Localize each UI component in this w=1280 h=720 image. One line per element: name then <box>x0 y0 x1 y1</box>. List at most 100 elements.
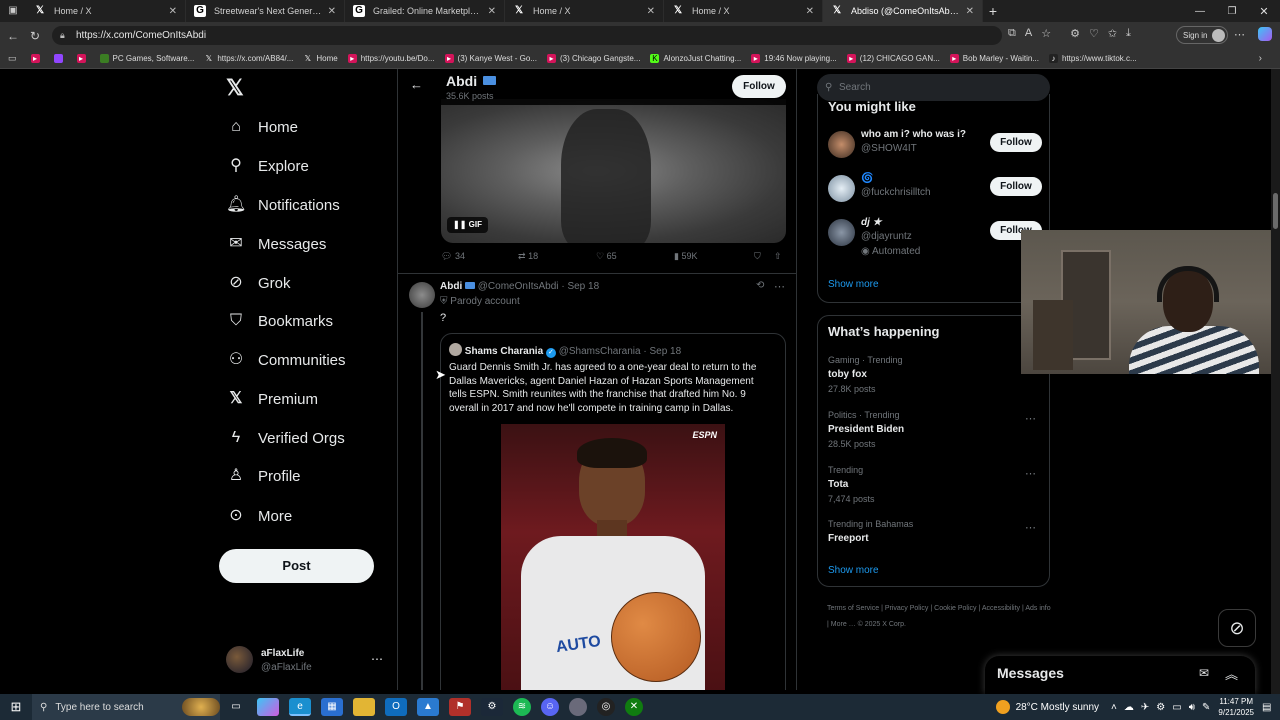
new-message-icon[interactable]: ✉ <box>1199 666 1209 680</box>
browser-tab[interactable]: 𝕏 Home / X ✕ <box>26 0 186 22</box>
more-icon[interactable]: ⋯ <box>1234 28 1245 41</box>
close-tab-icon[interactable]: ✕ <box>806 6 814 17</box>
bookmark-item[interactable]: 𝕏https://x.com/AB84/... <box>204 54 294 63</box>
grok-floating-button[interactable]: ⊘ <box>1218 609 1256 647</box>
footer-link[interactable]: Ads info <box>1025 605 1050 612</box>
bookmark-item[interactable] <box>53 54 67 63</box>
obs-icon[interactable]: ◎ <box>597 698 615 716</box>
show-more-link[interactable]: Show more <box>828 279 879 290</box>
bookmark-item[interactable]: ▸ Bob Marley - Waitin... <box>949 54 1039 63</box>
more-icon[interactable]: ⋯ <box>1025 521 1036 534</box>
window-menu-icon[interactable]: ▣ <box>0 0 26 22</box>
page-scrollbar[interactable] <box>1271 69 1280 694</box>
browser-tab[interactable]: G Streetwear's Next Generation Col ✕ <box>186 0 345 22</box>
footer-link[interactable]: More … <box>831 621 856 628</box>
favorite-icon[interactable]: ☆ <box>1041 27 1051 40</box>
nav-notifications[interactable]: 🔔︎ Notifications <box>226 191 340 219</box>
grok-icon[interactable]: ⟲ <box>756 280 764 291</box>
nav-premium[interactable]: 𝕏 Premium <box>226 385 318 413</box>
outlook-icon[interactable]: O <box>385 698 407 716</box>
close-tab-icon[interactable]: ✕ <box>647 6 655 17</box>
nav-explore[interactable]: ⚲ Explore <box>226 152 309 180</box>
gif-badge[interactable]: ❚❚ GIF <box>447 217 488 233</box>
post-date[interactable]: Sep 18 <box>567 281 599 292</box>
bookmark-item[interactable]: ▸ <box>30 54 44 63</box>
trend-item[interactable]: Trending in Bahamas Freeport ⋯ <box>828 519 1042 544</box>
browser-tab-active[interactable]: 𝕏 Abdiso (@ComeOnItsAbdi) / X ✕ <box>823 0 983 22</box>
gif-media[interactable]: ❚❚ GIF <box>441 99 786 243</box>
follow-button[interactable]: Follow <box>990 177 1042 196</box>
footer-link[interactable]: Accessibility <box>982 605 1020 612</box>
system-tray[interactable]: ˄ ☁ ✈ ⚙ ▭ 🔊︎ ✎ <box>1111 702 1210 713</box>
bookmark-item[interactable]: ▸ (12) CHICAGO GAN... <box>846 54 940 63</box>
trend-item[interactable]: Gaming · Trending toby fox 27.8K posts <box>828 355 1042 394</box>
bookmark-item[interactable]: ▸ 19:46 Now playing... <box>751 54 837 63</box>
footer-link[interactable]: Terms of Service <box>827 605 879 612</box>
nav-bookmarks[interactable]: ⛉ Bookmarks <box>226 307 333 335</box>
quote-image[interactable]: ESPN AUTO <box>501 424 725 690</box>
cloud-icon[interactable]: ☁ <box>1124 702 1134 713</box>
app-icon[interactable] <box>569 698 587 716</box>
close-tab-icon[interactable]: ✕ <box>966 6 974 17</box>
bookmark-folder-icon[interactable]: ▭ <box>8 53 17 64</box>
post-button[interactable]: Post <box>219 549 374 583</box>
close-tab-icon[interactable]: ✕ <box>328 6 336 17</box>
nav-home[interactable]: ⌂ Home <box>226 113 298 141</box>
follow-button[interactable]: Follow <box>732 75 786 98</box>
weather-widget[interactable]: 28°C Mostly sunny <box>995 700 1099 714</box>
chevron-right-icon[interactable]: › <box>1259 53 1262 64</box>
expand-icon[interactable]: ︽ <box>1225 664 1238 683</box>
edge-icon[interactable]: e <box>289 698 311 716</box>
refresh-icon[interactable]: ↻ <box>24 29 46 43</box>
spotify-icon[interactable]: ≋ <box>513 698 531 716</box>
volume-icon[interactable]: 🔊︎ <box>1189 702 1195 713</box>
bookmark-item[interactable]: ▸ https://youtu.be/Do... <box>347 54 435 63</box>
nav-more[interactable]: ⊙ More <box>226 502 292 530</box>
bookmark-item[interactable]: ▸ (3) Chicago Gangste... <box>546 54 640 63</box>
more-icon[interactable]: ⋯ <box>371 652 383 666</box>
back-arrow-icon[interactable]: ← <box>410 77 423 92</box>
bookmark-item[interactable]: K AlonzoJust Chatting... <box>650 54 741 63</box>
bookmark-item[interactable]: ♪ https://www.tiktok.c... <box>1048 54 1137 63</box>
more-icon[interactable]: ⋯ <box>1025 412 1036 425</box>
show-more-link[interactable]: Show more <box>828 565 879 576</box>
photos-icon[interactable]: ▲ <box>417 698 439 716</box>
post-author[interactable]: Abdi <box>440 281 462 292</box>
discord-icon[interactable]: ☺ <box>541 698 559 716</box>
trend-item[interactable]: Politics · Trending President Biden 28.5… <box>828 410 1042 449</box>
reply-button[interactable]: 💬︎ 34 <box>441 251 465 262</box>
footer-link[interactable]: Privacy Policy <box>885 605 929 612</box>
downloads-icon[interactable]: ⤓ <box>1126 27 1131 40</box>
share-icon[interactable]: ⇧ <box>774 251 782 262</box>
windows-start-icon[interactable]: ⊞ <box>0 699 32 715</box>
app-icon[interactable]: ⧉ <box>1008 27 1016 40</box>
network-icon[interactable]: ▭ <box>1172 702 1181 713</box>
messages-drawer[interactable]: Messages ✉ ︽ <box>985 656 1255 694</box>
more-icon[interactable]: ⋯ <box>774 280 785 293</box>
avatar[interactable] <box>409 282 435 308</box>
quoted-post[interactable]: Shams Charania ✓ @ShamsCharania · Sep 18… <box>440 333 786 690</box>
bookmark-item[interactable]: ▸ <box>76 54 90 63</box>
notifications-icon[interactable]: ▤ <box>1262 702 1280 713</box>
read-aloud-icon[interactable]: A <box>1025 27 1032 40</box>
back-icon[interactable]: ← <box>2 29 24 43</box>
url-field[interactable]: 🔒︎ https://x.com/ComeOnItsAbdi <box>52 26 1002 45</box>
scrollbar-thumb[interactable] <box>1273 193 1278 229</box>
browser-tab[interactable]: 𝕏 Home / X ✕ <box>664 0 823 22</box>
nav-verified-orgs[interactable]: ϟ Verified Orgs <box>226 424 345 452</box>
clock[interactable]: 11:47 PM 9/21/2025 <box>1218 696 1254 718</box>
collections-icon[interactable]: ✩ <box>1108 27 1117 40</box>
file-explorer-icon[interactable] <box>353 698 375 716</box>
chevron-up-icon[interactable]: ˄ <box>1111 702 1117 713</box>
x-logo-icon[interactable]: 𝕏 <box>226 77 246 99</box>
trend-item[interactable]: Trending Tota 7,474 posts ⋯ <box>828 465 1042 504</box>
bookmark-item[interactable]: ▸ (3) Kanye West - Go... <box>444 54 537 63</box>
post-handle[interactable]: @ComeOnItsAbdi <box>478 281 559 292</box>
post[interactable]: Abdi @ComeOnItsAbdi · Sep 18 ⟲ ⋯ ⛨ Parod… <box>398 274 796 690</box>
like-button[interactable]: ♡ 65 <box>596 251 617 262</box>
nav-grok[interactable]: ⊘ Grok <box>226 269 290 297</box>
bookmark-item[interactable]: 𝕏 Home <box>303 54 338 63</box>
browser-essentials-icon[interactable]: ♡ <box>1089 27 1099 40</box>
app-tray-icon[interactable]: ✈ <box>1141 702 1149 713</box>
suggested-user[interactable]: dj ★ @djayruntz ◉ Automated Follow <box>828 215 1042 261</box>
